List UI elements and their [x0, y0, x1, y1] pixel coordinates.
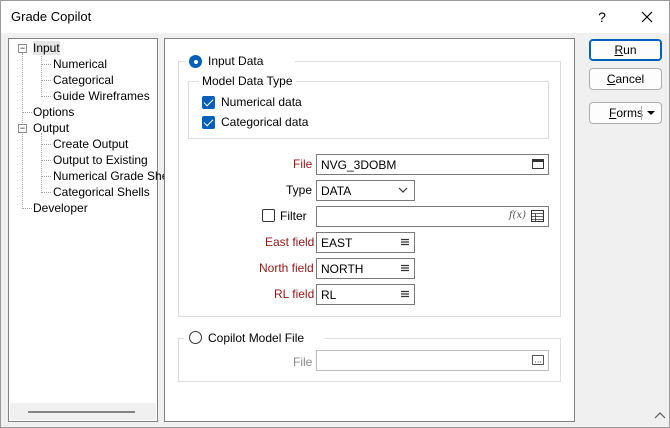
tree-connector: [41, 133, 42, 191]
rl-field-input[interactable]: RL: [316, 284, 415, 305]
tree-connector: [22, 208, 32, 209]
field-list-icon[interactable]: [400, 236, 410, 248]
tree-item-categorical[interactable]: Categorical: [53, 73, 114, 87]
help-button[interactable]: ?: [584, 1, 620, 33]
file-browse-icon[interactable]: [532, 158, 544, 170]
chevron-down-icon: [398, 187, 408, 193]
tree-item-categorical-shells[interactable]: Categorical Shells: [53, 185, 150, 199]
numerical-data-checkbox[interactable]: [202, 96, 215, 109]
tree-item-options[interactable]: Options: [33, 105, 74, 119]
window-title: Grade Copilot: [11, 9, 92, 24]
rl-field-value: RL: [321, 288, 337, 302]
settings-panel: Input Data Model Data Type Numerical dat…: [164, 38, 575, 422]
north-field-label: North field: [259, 261, 314, 275]
grade-copilot-dialog: Grade Copilot ? − Input Numerical Catego…: [0, 0, 670, 428]
tree-item-label: Categorical Shells: [53, 185, 150, 199]
tree-item-output[interactable]: Output: [33, 121, 69, 135]
copilot-model-file-radio[interactable]: [189, 331, 202, 344]
tree-connector: [41, 176, 51, 177]
input-data-radio[interactable]: [189, 55, 202, 68]
close-button[interactable]: [629, 1, 665, 33]
type-label: Type: [286, 183, 313, 197]
tree-item-label: Categorical: [53, 73, 114, 87]
tree-item-label: Options: [33, 105, 75, 119]
forms-button[interactable]: Forms: [589, 102, 662, 124]
file-value: NVG_3DOBM: [321, 158, 397, 172]
field-list-icon[interactable]: [400, 262, 410, 274]
tree-collapse-input-icon[interactable]: −: [18, 44, 27, 53]
tree-connector: [41, 96, 51, 97]
file-input[interactable]: NVG_3DOBM: [316, 154, 549, 175]
tree-item-label: Numerical Grade Shell: [53, 169, 174, 183]
filter-label: Filter: [280, 209, 307, 223]
collapse-up-icon[interactable]: [654, 411, 666, 421]
copilot-file-label: File: [293, 355, 313, 369]
tree-item-label: Guide Wireframes: [53, 89, 150, 103]
east-field-label: East field: [265, 235, 315, 249]
type-select[interactable]: DATA: [316, 180, 415, 201]
run-label-mnemonic: R: [614, 43, 624, 57]
filter-table-icon[interactable]: [531, 210, 544, 222]
tree-item-numerical[interactable]: Numerical: [53, 57, 107, 71]
model-data-type-group: [188, 81, 549, 139]
tree-item-guide-wireframes[interactable]: Guide Wireframes: [53, 89, 150, 103]
tree-connector: [41, 160, 51, 161]
numerical-data-label: Numerical data: [221, 95, 302, 109]
tree-connector: [22, 112, 32, 113]
tree-item-developer[interactable]: Developer: [33, 201, 88, 215]
tree-item-numerical-grade-shell[interactable]: Numerical Grade Shell: [53, 169, 174, 183]
tree-item-label: Create Output: [53, 137, 129, 151]
rl-field-label: RL field: [274, 287, 315, 301]
tree-connector: [41, 144, 51, 145]
type-value: DATA: [321, 184, 352, 198]
tree-item-create-output[interactable]: Create Output: [53, 137, 128, 151]
navigation-tree: − Input Numerical Categorical Guide Wire…: [8, 38, 174, 422]
field-list-icon[interactable]: [400, 288, 410, 300]
input-data-label: Input Data: [208, 54, 264, 68]
north-field-input[interactable]: NORTH: [316, 258, 415, 279]
title-bar: Grade Copilot ?: [1, 1, 669, 33]
tree-item-label: Developer: [33, 201, 88, 215]
tree-item-label: Output: [33, 121, 70, 135]
copilot-model-file-label: Copilot Model File: [208, 331, 305, 345]
tree-item-label: Input: [33, 41, 60, 55]
run-button[interactable]: Run: [589, 39, 662, 61]
filter-checkbox[interactable]: [262, 209, 275, 222]
tree-connector: [41, 53, 42, 95]
east-field-value: EAST: [321, 236, 353, 250]
file-browse-icon[interactable]: [532, 354, 544, 366]
tree-item-label: Output to Existing: [53, 153, 148, 167]
tree-item-input[interactable]: Input: [33, 41, 60, 55]
tree-connector: [41, 192, 51, 193]
run-label: un: [623, 43, 637, 57]
categorical-data-checkbox[interactable]: [202, 116, 215, 129]
file-label: File: [293, 157, 313, 171]
north-field-value: NORTH: [321, 262, 364, 276]
tree-connector: [41, 80, 51, 81]
cancel-button[interactable]: Cancel: [589, 68, 662, 90]
forms-label: orms: [616, 106, 644, 120]
help-icon: ?: [598, 9, 606, 25]
tree-collapse-output-icon[interactable]: −: [18, 124, 27, 133]
categorical-data-label: Categorical data: [221, 115, 309, 129]
copilot-file-input[interactable]: [316, 350, 549, 371]
tree-item-label: Numerical: [53, 57, 108, 71]
filter-input[interactable]: f(x): [316, 206, 549, 227]
tree-item-output-to-existing[interactable]: Output to Existing: [53, 153, 148, 167]
forms-dropdown-icon[interactable]: [646, 109, 656, 117]
cancel-label: ancel: [615, 72, 645, 86]
model-data-type-legend: Model Data Type: [199, 74, 296, 88]
function-icon[interactable]: f(x): [509, 210, 526, 221]
split-separator: [641, 106, 642, 120]
close-icon: [641, 11, 653, 23]
scrollbar-thumb[interactable]: [28, 411, 135, 413]
tree-horizontal-scrollbar[interactable]: [10, 403, 156, 420]
east-field-input[interactable]: EAST: [316, 232, 415, 253]
tree-connector: [41, 64, 51, 65]
